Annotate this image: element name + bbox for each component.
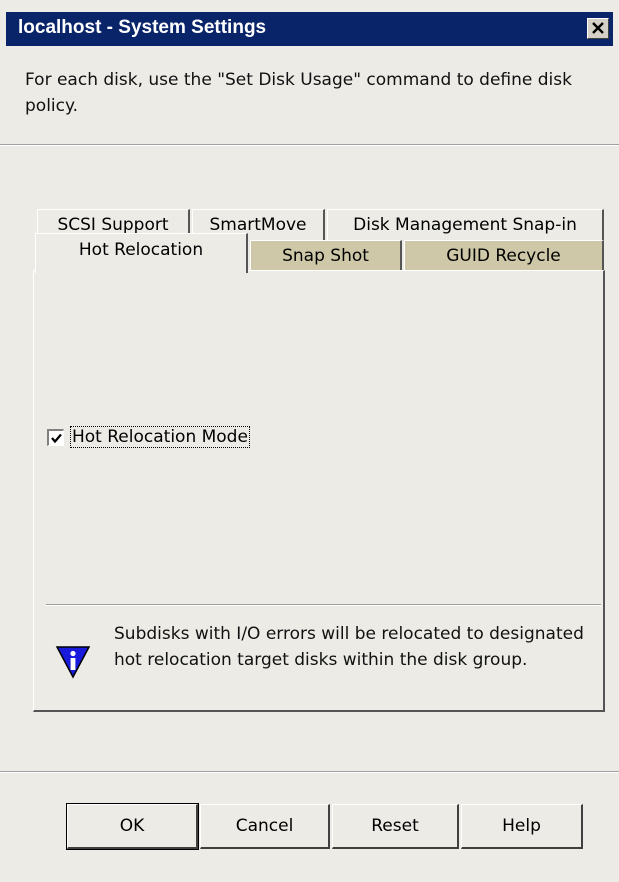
hot-relocation-panel: Hot Relocation Mode Subdisks with I/O er…: [33, 270, 605, 712]
help-button[interactable]: Help: [461, 804, 583, 849]
tab-guid-recycle[interactable]: GUID Recycle: [404, 240, 604, 272]
tab-snap-shot[interactable]: Snap Shot: [250, 240, 402, 272]
header-separator: [0, 144, 619, 146]
tab-hot-relocation[interactable]: Hot Relocation: [35, 233, 248, 273]
info-icon: [55, 646, 91, 679]
title-bar[interactable]: localhost - System Settings: [6, 12, 613, 46]
close-icon: [592, 22, 604, 34]
system-settings-dialog: localhost - System Settings For each dis…: [0, 0, 619, 882]
cancel-button[interactable]: Cancel: [200, 804, 330, 849]
checkmark-icon: [51, 433, 62, 443]
reset-button[interactable]: Reset: [332, 804, 459, 849]
description-text: For each disk, use the "Set Disk Usage" …: [25, 70, 572, 116]
window-title: localhost - System Settings: [18, 17, 267, 38]
footer-separator: [0, 771, 619, 773]
panel-separator: [46, 604, 601, 606]
ok-button[interactable]: OK: [66, 803, 199, 850]
close-button[interactable]: [587, 18, 609, 39]
tab-disk-management-snap-in[interactable]: Disk Management Snap-in: [327, 209, 604, 241]
hot-relocation-mode-label[interactable]: Hot Relocation Mode: [70, 426, 250, 448]
hot-relocation-mode-checkbox[interactable]: [47, 428, 64, 446]
hot-relocation-mode-row[interactable]: Hot Relocation Mode: [47, 426, 250, 448]
info-text: Subdisks with I/O errors will be relocat…: [114, 624, 584, 670]
